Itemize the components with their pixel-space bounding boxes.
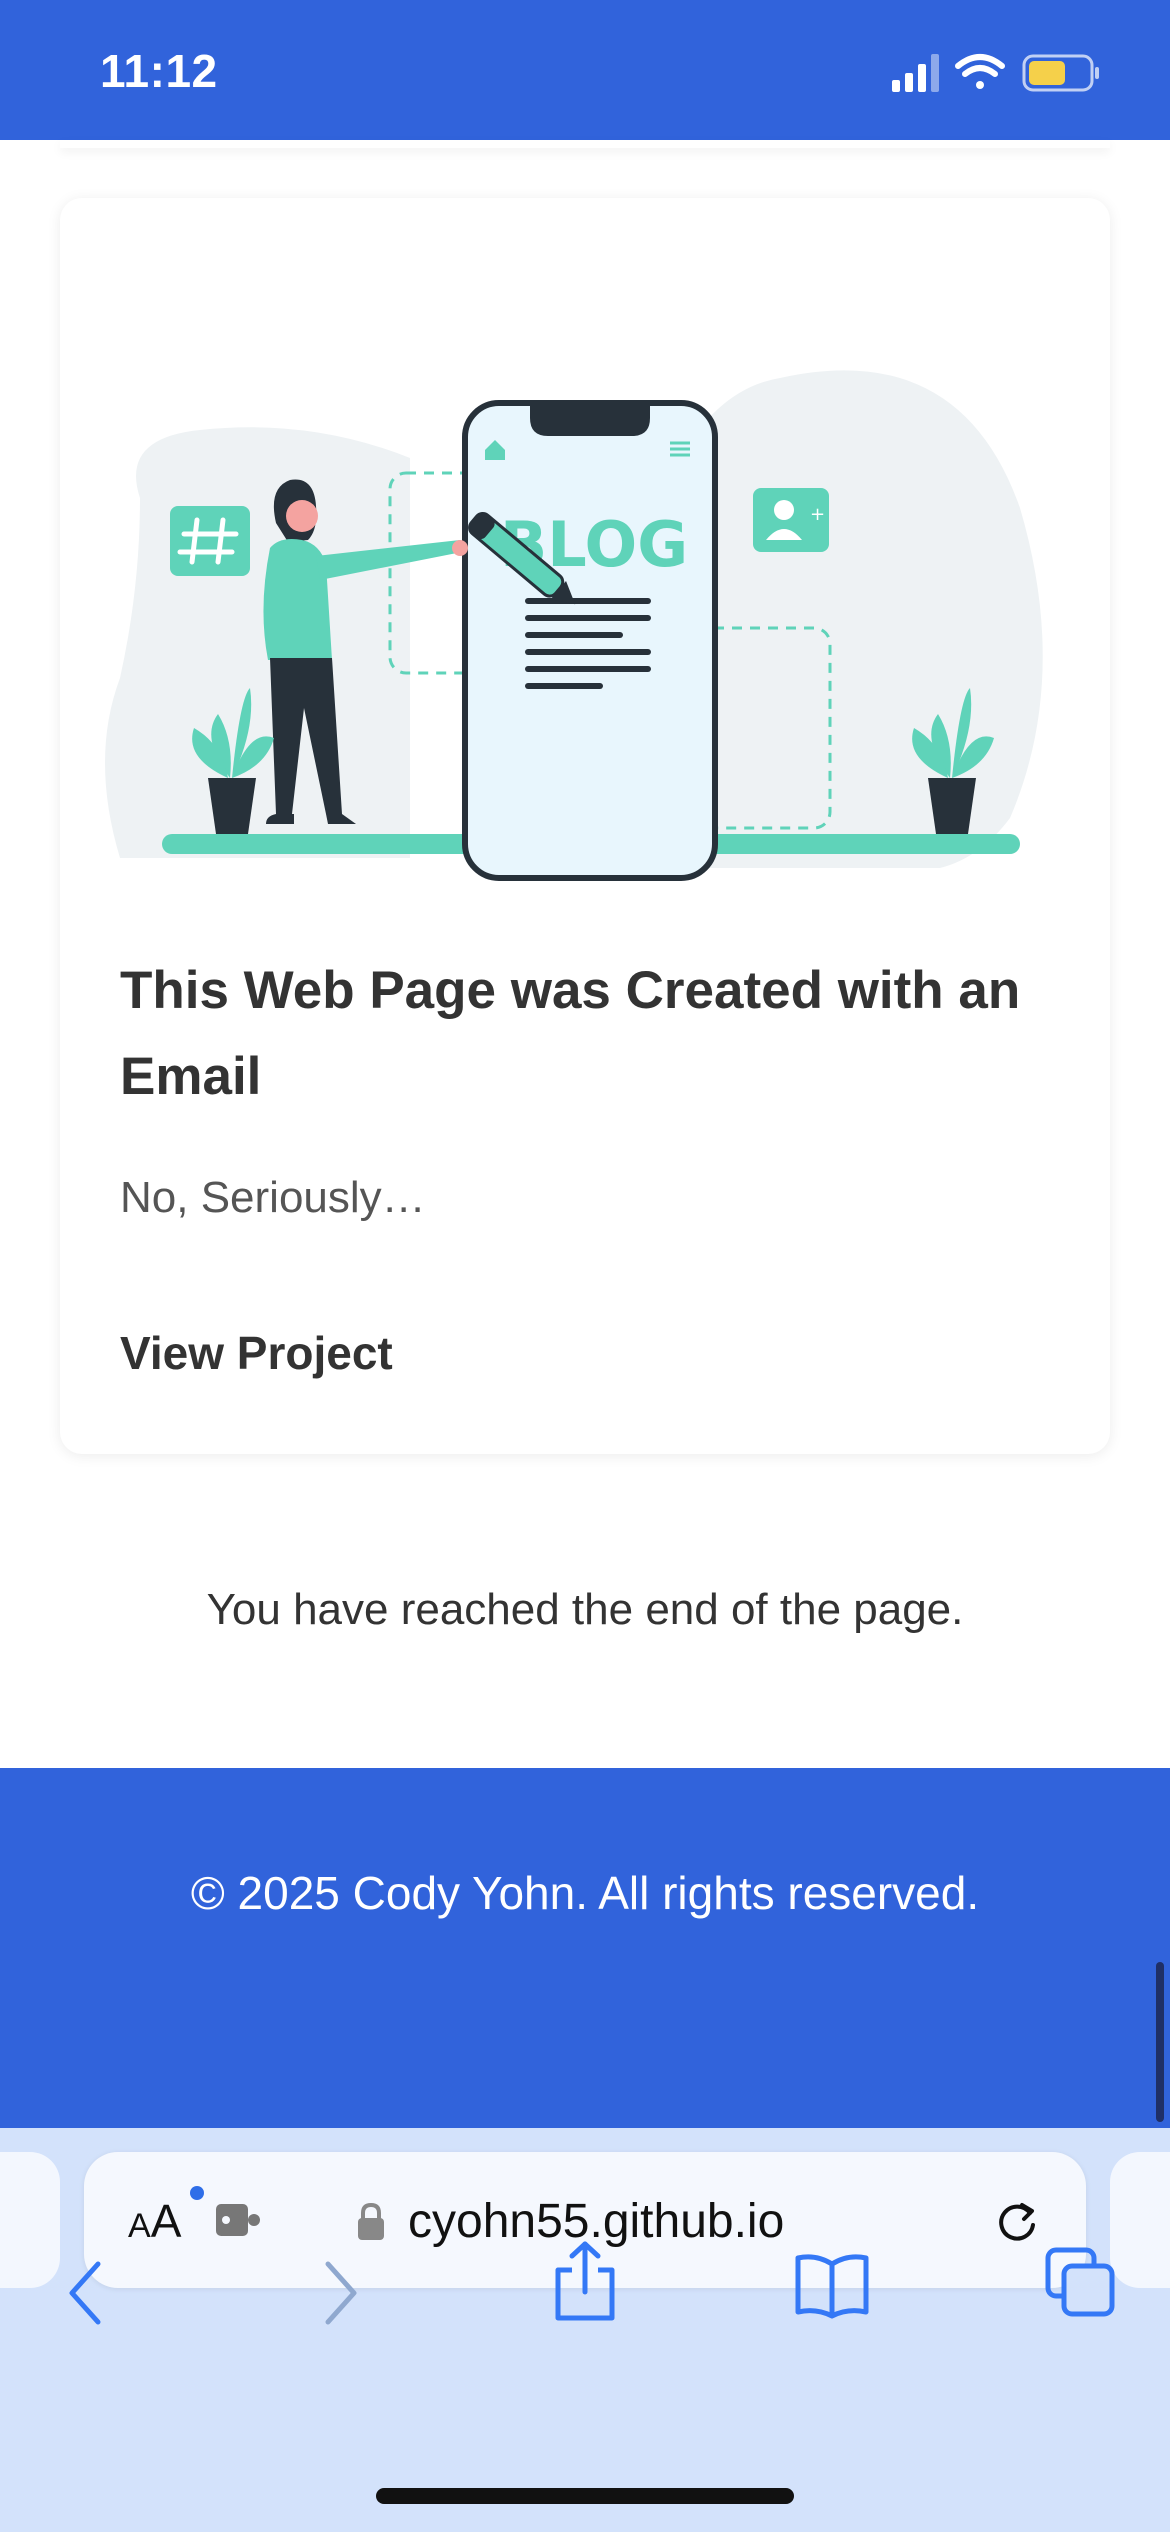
share-icon[interactable] [550, 2240, 620, 2322]
previous-tab-preview[interactable] [0, 2152, 60, 2288]
bookmarks-icon[interactable] [794, 2250, 870, 2320]
status-time: 11:12 [100, 45, 218, 97]
svg-text:+: + [810, 504, 825, 525]
view-project-link[interactable]: View Project [120, 1326, 393, 1380]
next-tab-preview[interactable] [1110, 2152, 1170, 2288]
cellular-signal-icon [892, 54, 939, 92]
wifi-icon [955, 54, 1005, 89]
scrollbar[interactable] [1156, 1962, 1164, 2122]
footer: © 2025 Cody Yohn. All rights reserved. [0, 1768, 1170, 2128]
footer-copyright: © 2025 Cody Yohn. All rights reserved. [190, 1867, 980, 1919]
project-card: + BLOG This Web Page was Created with an… [60, 198, 1110, 1454]
browser-chrome: AA cyohn55.github.io [0, 2128, 1170, 2532]
end-of-page-message: You have reached the end of the page. [206, 1585, 964, 1634]
extension-puzzle-icon[interactable] [214, 2200, 264, 2240]
reload-icon[interactable] [992, 2196, 1042, 2246]
home-indicator[interactable] [376, 2488, 794, 2504]
lock-icon [358, 2202, 384, 2240]
text-size-label-small: A [128, 2207, 151, 2245]
forward-icon[interactable] [318, 2258, 362, 2328]
notification-dot [190, 2186, 204, 2200]
battery-icon [1022, 54, 1099, 92]
previous-card-edge [60, 140, 1110, 148]
text-size-button[interactable]: AA [128, 2194, 181, 2248]
status-icons [892, 52, 1112, 94]
text-size-label-large: A [150, 2195, 182, 2247]
status-bar: 11:12 [0, 0, 1170, 140]
tabs-icon[interactable] [1044, 2246, 1116, 2318]
project-title: This Web Page was Created with an Email [120, 961, 1021, 1106]
back-icon[interactable] [64, 2258, 108, 2328]
project-subtitle: No, Seriously… [120, 1173, 426, 1222]
